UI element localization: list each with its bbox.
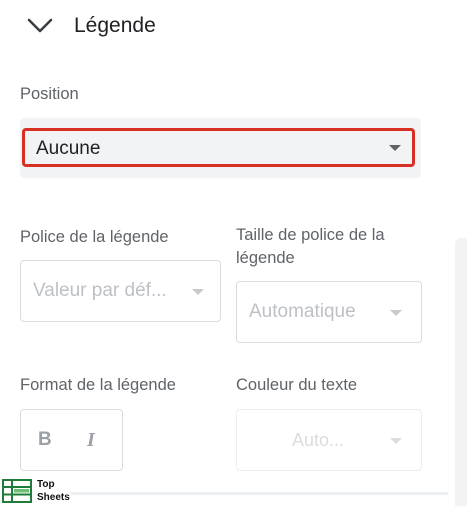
text-color-dropdown-value: Auto... xyxy=(292,430,345,450)
watermark-line2: Sheets xyxy=(37,492,70,503)
italic-button[interactable]: I xyxy=(87,429,95,452)
caret-down-icon xyxy=(192,289,204,295)
format-label: Format de la légende xyxy=(20,376,176,394)
position-label: Position xyxy=(20,85,79,103)
spreadsheet-logo-icon xyxy=(2,479,32,503)
font-dropdown-value: Valeur par déf... xyxy=(33,280,167,301)
font-size-label-line1: Taille de police de la xyxy=(236,226,385,244)
font-size-label-line2: légende xyxy=(236,249,295,267)
position-dropdown[interactable]: Aucune xyxy=(22,128,415,167)
caret-down-icon xyxy=(390,438,402,444)
font-label: Police de la légende xyxy=(20,228,169,246)
watermark-text: Top Sheets xyxy=(37,478,70,504)
format-toggle-group: B I xyxy=(20,409,123,471)
position-dropdown-value: Aucune xyxy=(36,138,101,159)
font-dropdown[interactable]: Valeur par déf... xyxy=(20,260,221,322)
watermark-line1: Top xyxy=(37,479,55,490)
font-size-dropdown[interactable]: Automatique xyxy=(236,281,422,343)
panel-bottom-edge xyxy=(70,492,448,495)
caret-down-icon xyxy=(390,310,402,316)
font-size-dropdown-value: Automatique xyxy=(249,301,356,322)
caret-down-icon xyxy=(389,145,401,151)
text-color-dropdown[interactable]: Auto... xyxy=(236,409,422,471)
text-color-label: Couleur du texte xyxy=(236,376,358,394)
section-title[interactable]: Légende xyxy=(74,12,156,40)
scrollbar[interactable] xyxy=(455,238,467,506)
chevron-down-icon[interactable] xyxy=(26,14,54,38)
bold-button[interactable]: B xyxy=(38,429,52,451)
